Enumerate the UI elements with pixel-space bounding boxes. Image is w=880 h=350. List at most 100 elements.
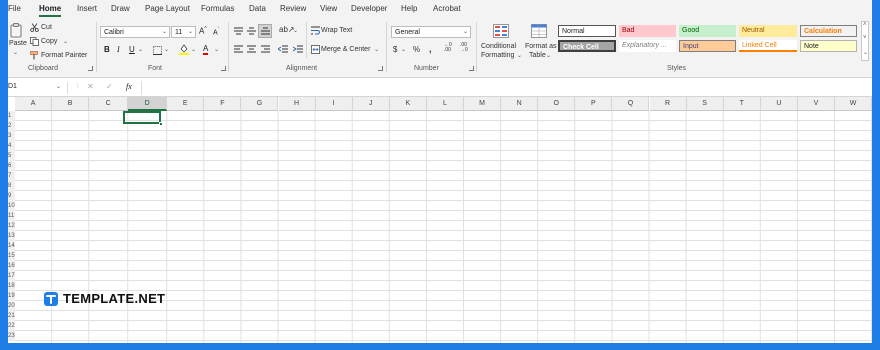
cell-style-note[interactable]: Note bbox=[800, 40, 857, 52]
column-header-p[interactable]: P bbox=[575, 97, 613, 111]
row-header[interactable]: 14 bbox=[8, 241, 15, 251]
font-size-select[interactable]: 11 ⌄ bbox=[171, 26, 196, 38]
row-header[interactable]: 19 bbox=[8, 291, 15, 301]
row-header[interactable]: 2 bbox=[8, 121, 15, 131]
row-header[interactable]: 4 bbox=[8, 141, 15, 151]
increase-indent-icon[interactable] bbox=[293, 45, 303, 53]
row-header[interactable]: 23 bbox=[8, 331, 15, 341]
format-painter-button[interactable]: Format Painter bbox=[41, 52, 87, 59]
cell-style-good[interactable]: Good bbox=[679, 25, 736, 37]
tab-page-layout[interactable]: Page Layout bbox=[145, 4, 190, 13]
row-header[interactable]: 5 bbox=[8, 151, 15, 161]
cell-style-linked-cell[interactable]: Linked Cell bbox=[739, 40, 797, 52]
align-right-icon[interactable] bbox=[261, 45, 270, 53]
cell-style-calculation[interactable]: Calculation bbox=[800, 25, 857, 37]
font-color-icon[interactable]: A bbox=[203, 44, 209, 55]
column-header-u[interactable]: U bbox=[760, 97, 798, 111]
align-bottom-button[interactable] bbox=[258, 24, 272, 38]
row-header[interactable]: 11 bbox=[8, 211, 15, 221]
column-header-n[interactable]: N bbox=[501, 97, 539, 111]
cancel-entry-icon[interactable]: ✕ bbox=[87, 82, 94, 91]
confirm-entry-icon[interactable]: ✓ bbox=[106, 82, 113, 91]
tab-data[interactable]: Data bbox=[249, 4, 266, 13]
row-header[interactable]: 18 bbox=[8, 281, 15, 291]
clipboard-launcher-icon[interactable] bbox=[88, 66, 93, 71]
row-header[interactable]: 15 bbox=[8, 251, 15, 261]
font-family-select[interactable]: Calibri ⌄ bbox=[100, 26, 170, 38]
cell-style-check-cell[interactable]: Check Cell bbox=[558, 40, 616, 52]
cell-style-neutral[interactable]: Neutral bbox=[739, 25, 797, 37]
number-format-select[interactable]: General ⌄ bbox=[391, 26, 471, 38]
cell-style-input[interactable]: Input bbox=[679, 40, 736, 52]
increase-font-size-icon[interactable]: A^ bbox=[199, 26, 207, 36]
column-header-h[interactable]: H bbox=[278, 97, 316, 111]
alignment-launcher-icon[interactable] bbox=[378, 66, 383, 71]
column-header-b[interactable]: B bbox=[52, 97, 90, 111]
column-header-e[interactable]: E bbox=[167, 97, 205, 111]
row-header[interactable]: 22 bbox=[8, 321, 15, 331]
number-launcher-icon[interactable] bbox=[469, 66, 474, 71]
row-header[interactable]: 21 bbox=[8, 311, 15, 321]
align-top-icon[interactable] bbox=[234, 27, 243, 35]
row-header[interactable]: 7 bbox=[8, 171, 15, 181]
tab-review[interactable]: Review bbox=[280, 4, 306, 13]
more-styles-icon[interactable]: ⌄ bbox=[863, 49, 868, 56]
row-header[interactable]: 16 bbox=[8, 261, 15, 271]
orientation-dropdown-icon[interactable]: ⌄ bbox=[293, 27, 298, 34]
column-header-v[interactable]: V bbox=[797, 97, 835, 111]
decrease-font-size-icon[interactable]: Aˇ bbox=[213, 27, 219, 36]
paste-dropdown-icon[interactable]: ⌄ bbox=[13, 49, 18, 56]
underline-button[interactable]: U bbox=[129, 45, 135, 54]
cell-style-explanatory[interactable]: Explanatory ... bbox=[619, 40, 676, 52]
italic-button[interactable]: I bbox=[117, 45, 120, 54]
comma-style-icon[interactable]: , bbox=[429, 44, 432, 54]
cut-button[interactable]: Cut bbox=[41, 24, 52, 31]
tab-developer[interactable]: Developer bbox=[351, 4, 387, 13]
fill-color-dropdown-icon[interactable]: ⌄ bbox=[191, 46, 196, 53]
decrease-decimal-icon[interactable]: .00 →0 bbox=[460, 43, 468, 53]
row-header[interactable]: 1 bbox=[8, 111, 15, 121]
column-header-i[interactable]: I bbox=[315, 97, 353, 111]
tab-insert[interactable]: Insert bbox=[77, 4, 97, 13]
column-header-g[interactable]: G bbox=[241, 97, 279, 111]
tab-formulas[interactable]: Formulas bbox=[201, 4, 234, 13]
column-header-d[interactable]: D bbox=[128, 97, 168, 111]
font-launcher-icon[interactable] bbox=[221, 66, 226, 71]
percent-style-icon[interactable]: % bbox=[413, 45, 420, 54]
tab-draw[interactable]: Draw bbox=[111, 4, 130, 13]
chevron-up-icon[interactable]: ˄ bbox=[863, 22, 867, 28]
align-center-icon[interactable] bbox=[247, 45, 256, 53]
bold-button[interactable]: B bbox=[104, 45, 110, 54]
column-header-k[interactable]: K bbox=[389, 97, 427, 111]
column-header-q[interactable]: Q bbox=[612, 97, 650, 111]
cell-style-bad[interactable]: Bad bbox=[619, 25, 676, 37]
align-middle-icon[interactable] bbox=[247, 27, 256, 35]
row-header[interactable]: 10 bbox=[8, 201, 15, 211]
align-left-icon[interactable] bbox=[234, 45, 243, 53]
font-color-dropdown-icon[interactable]: ⌄ bbox=[214, 46, 219, 53]
merge-center-button[interactable]: Merge & Center bbox=[321, 46, 370, 53]
column-header-l[interactable]: L bbox=[426, 97, 464, 111]
tab-home[interactable]: Home bbox=[39, 4, 61, 13]
tab-acrobat[interactable]: Acrobat bbox=[433, 4, 461, 13]
accounting-dropdown-icon[interactable]: ⌄ bbox=[401, 46, 406, 53]
copy-button[interactable]: Copy bbox=[41, 38, 57, 45]
row-header[interactable]: 9 bbox=[8, 191, 15, 201]
row-header[interactable]: 3 bbox=[8, 131, 15, 141]
fill-color-icon[interactable] bbox=[179, 44, 189, 55]
accounting-format-icon[interactable]: $ bbox=[393, 45, 397, 54]
styles-gallery-scroll[interactable]: ˄ ˅ ⌄ bbox=[861, 21, 869, 61]
row-header[interactable]: 6 bbox=[8, 161, 15, 171]
column-header-w[interactable]: W bbox=[835, 97, 872, 111]
row-header[interactable]: 8 bbox=[8, 181, 15, 191]
tab-help[interactable]: Help bbox=[401, 4, 417, 13]
column-header-t[interactable]: T bbox=[723, 97, 761, 111]
column-header-o[interactable]: O bbox=[538, 97, 576, 111]
row-header[interactable]: 17 bbox=[8, 271, 15, 281]
row-header[interactable]: 12 bbox=[8, 221, 15, 231]
spreadsheet-grid[interactable]: ABCDEFGHIJKLMNOPQRSTUVW 1 2 3 4 5 6 7 8 9 10 11 12 1… bbox=[8, 97, 872, 343]
tab-view[interactable]: View bbox=[320, 4, 337, 13]
chevron-down-icon[interactable]: ˅ bbox=[863, 35, 867, 41]
formula-input[interactable] bbox=[141, 81, 872, 95]
conditional-formatting-button[interactable]: Conditional Formatting ⌄ bbox=[481, 22, 522, 64]
